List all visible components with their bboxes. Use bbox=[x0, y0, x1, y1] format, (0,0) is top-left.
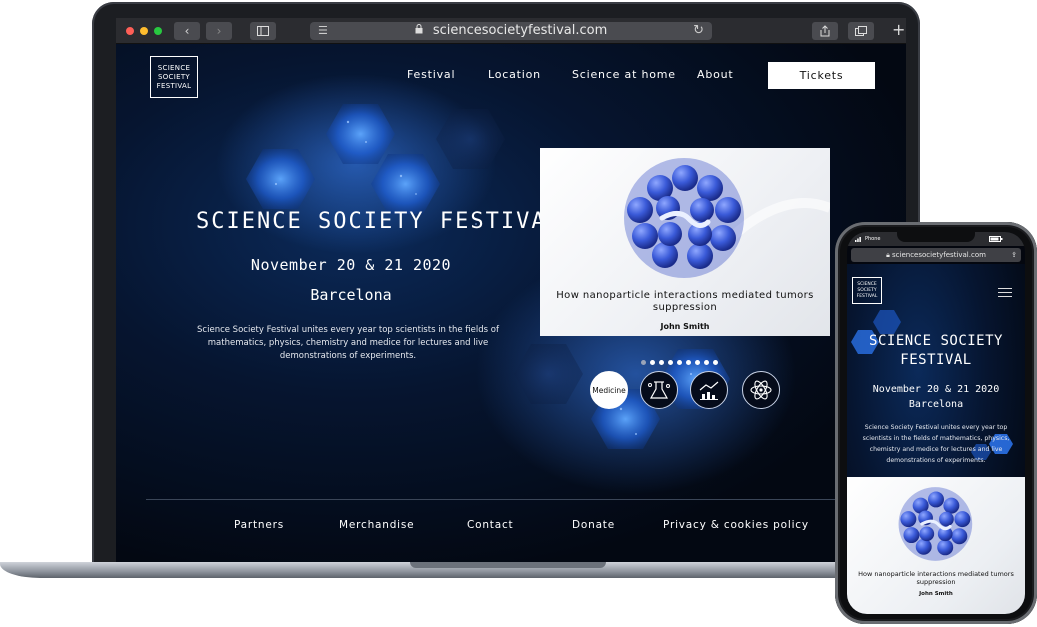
pager-dot[interactable] bbox=[677, 360, 682, 365]
browser-toolbar: ‹ › ☰ sciencesocietyfestival.com ↻ + bbox=[116, 18, 906, 44]
math-chart-icon bbox=[699, 381, 719, 400]
footer-partners[interactable]: Partners bbox=[234, 519, 284, 531]
carousel-pager bbox=[641, 350, 722, 365]
logo-line: FESTIVAL bbox=[856, 294, 878, 299]
forward-button[interactable]: › bbox=[206, 22, 232, 40]
hero-title: SCIENCE SOCIETY FESTIVAL bbox=[196, 209, 562, 234]
url-text: sciencesocietyfestival.com bbox=[432, 23, 608, 38]
back-button[interactable]: ‹ bbox=[174, 22, 200, 40]
close-window-button[interactable] bbox=[126, 27, 134, 35]
signal-icon bbox=[855, 236, 863, 244]
forward-icon: › bbox=[216, 24, 222, 38]
logo-line: SCIENCE bbox=[157, 64, 191, 72]
phone-screen: Phone 🔒︎ sciencesocietyfestival.com ⇪ SC… bbox=[847, 232, 1025, 614]
reader-icon[interactable]: ☰ bbox=[318, 22, 328, 40]
address-bar[interactable]: ☰ sciencesocietyfestival.com ↻ bbox=[310, 22, 712, 40]
logo-line: FESTIVAL bbox=[156, 82, 192, 90]
back-icon: ‹ bbox=[184, 24, 190, 38]
hamburger-menu-icon[interactable] bbox=[998, 288, 1012, 300]
carrier-label: Phone bbox=[865, 236, 881, 242]
phone-website: SCIENCE SOCIETY FESTIVAL SCIENCE SOCIETY… bbox=[847, 264, 1025, 614]
category-medicine-label: Medicine bbox=[592, 386, 626, 395]
pager-dot[interactable] bbox=[641, 360, 646, 365]
tickets-button[interactable]: Tickets bbox=[768, 62, 875, 89]
battery-icon bbox=[989, 236, 1003, 244]
footer-donate[interactable]: Donate bbox=[572, 519, 615, 531]
footer-privacy-policy[interactable]: Privacy & cookies policy bbox=[663, 519, 809, 531]
phone-hero-title: SCIENCE SOCIETY FESTIVAL bbox=[847, 332, 1025, 370]
sidebar-icon bbox=[257, 26, 269, 36]
pager-dot[interactable] bbox=[650, 360, 655, 365]
category-mathematics[interactable] bbox=[690, 371, 728, 409]
hero-description: Science Society Festival unites every ye… bbox=[197, 325, 499, 361]
featured-lecture-card[interactable]: How nanoparticle interactions mediated t… bbox=[540, 148, 830, 336]
category-physics[interactable] bbox=[742, 371, 780, 409]
reload-icon[interactable]: ↻ bbox=[693, 22, 704, 40]
nanoparticle-image bbox=[624, 158, 830, 278]
phone-nanoparticle-image bbox=[898, 487, 973, 561]
share-button[interactable] bbox=[812, 22, 838, 40]
minimize-window-button[interactable] bbox=[140, 27, 148, 35]
maximize-window-button[interactable] bbox=[154, 27, 162, 35]
laptop-screen: ‹ › ☰ sciencesocietyfestival.com ↻ + SCI… bbox=[116, 18, 906, 563]
sidebar-button[interactable] bbox=[250, 22, 276, 40]
phone-site-logo[interactable]: SCIENCE SOCIETY FESTIVAL bbox=[852, 277, 882, 304]
footer-merchandise[interactable]: Merchandise bbox=[339, 519, 414, 531]
phone-hero-title-line: SCIENCE SOCIETY bbox=[869, 333, 1003, 349]
phone-url-text: sciencesocietyfestival.com bbox=[892, 251, 986, 259]
phone-notch bbox=[897, 232, 975, 242]
tabs-icon bbox=[855, 26, 867, 36]
featured-lecture-title: How nanoparticle interactions mediated t… bbox=[556, 290, 814, 313]
phone-featured-lecture-card[interactable]: How nanoparticle interactions mediated t… bbox=[847, 477, 1025, 614]
phone-status-bar: Phone bbox=[847, 232, 1025, 246]
phone-featured-lecture-title: How nanoparticle interactions mediated t… bbox=[858, 570, 1014, 586]
pager-dot[interactable] bbox=[659, 360, 664, 365]
pager-dot[interactable] bbox=[704, 360, 709, 365]
new-tab-button[interactable]: + bbox=[892, 21, 905, 39]
hero-city: Barcelona bbox=[310, 286, 392, 304]
phone-hero-dates: November 20 & 21 2020 bbox=[872, 384, 1000, 395]
physics-atom-icon bbox=[750, 380, 772, 400]
laptop-opening-notch bbox=[410, 562, 606, 568]
tabs-button[interactable] bbox=[848, 22, 874, 40]
footer-contact[interactable]: Contact bbox=[467, 519, 513, 531]
website: SCIENCE SOCIETY FESTIVAL Festival Locati… bbox=[116, 44, 906, 563]
phone-hero-description: Science Society Festival unites every ye… bbox=[862, 424, 1010, 464]
share-icon bbox=[820, 25, 830, 37]
nav-science-at-home[interactable]: Science at home bbox=[572, 68, 676, 81]
phone-hero-city: Barcelona bbox=[908, 399, 964, 410]
device-mockup: ‹ › ☰ sciencesocietyfestival.com ↻ + SCI… bbox=[0, 0, 1037, 627]
phone-address-bar[interactable]: 🔒︎ sciencesocietyfestival.com ⇪ bbox=[851, 248, 1021, 262]
pager-dot[interactable] bbox=[713, 360, 718, 365]
share-icon[interactable]: ⇪ bbox=[1011, 248, 1017, 262]
phone-hero-title-line: FESTIVAL bbox=[900, 352, 972, 368]
pager-dot[interactable] bbox=[668, 360, 673, 365]
nav-location[interactable]: Location bbox=[488, 68, 541, 81]
lock-icon bbox=[415, 24, 423, 34]
logo-line: SOCIETY bbox=[158, 73, 190, 81]
nav-festival[interactable]: Festival bbox=[407, 68, 455, 81]
hero-dates: November 20 & 21 2020 bbox=[250, 256, 452, 274]
phone-featured-lecture-author: John Smith bbox=[919, 591, 953, 597]
category-medicine[interactable]: Medicine bbox=[590, 371, 628, 409]
site-logo[interactable]: SCIENCE SOCIETY FESTIVAL bbox=[150, 56, 198, 98]
footer-divider bbox=[146, 499, 836, 500]
featured-lecture-author: John Smith bbox=[660, 322, 710, 331]
category-chemistry[interactable] bbox=[640, 371, 678, 409]
chemistry-flask-icon bbox=[648, 381, 670, 399]
nav-about[interactable]: About bbox=[697, 68, 734, 81]
pager-dot[interactable] bbox=[686, 360, 691, 365]
pager-dot[interactable] bbox=[695, 360, 700, 365]
